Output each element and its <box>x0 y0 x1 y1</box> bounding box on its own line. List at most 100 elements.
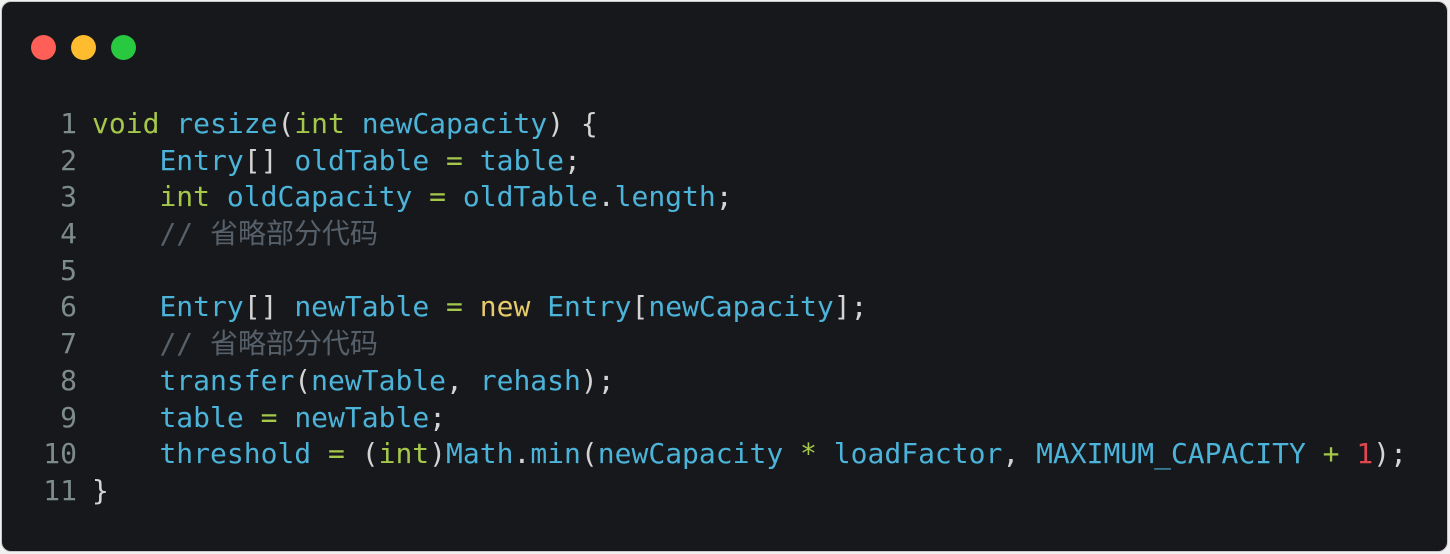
code-token: , <box>446 363 480 397</box>
code-token: oldTable <box>462 180 598 214</box>
code-token: newTable <box>294 400 430 434</box>
code-token: loadFactor <box>833 437 1003 471</box>
line-content: // 省略部分代码 <box>92 216 378 253</box>
code-token: newTable <box>294 290 430 324</box>
code-token: [] <box>243 143 295 177</box>
line-content: threshold = (int)Math.min(newCapacity * … <box>92 436 1407 473</box>
line-number: 5 <box>60 253 77 287</box>
code-token: // 省略部分代码 <box>159 327 379 361</box>
code-token: . <box>597 180 615 214</box>
code-token: Math <box>446 437 514 471</box>
code-token: ); <box>1373 437 1407 471</box>
line-number: 6 <box>60 290 77 324</box>
code-token: newCapacity <box>597 437 784 471</box>
line-number: 9 <box>60 400 77 434</box>
line-content: Entry[] newTable = new Entry[newCapacity… <box>92 289 868 326</box>
code-token: ]; <box>833 290 868 324</box>
line-content: // 省略部分代码 <box>92 326 378 363</box>
code-token: } <box>92 473 109 507</box>
code-token: + <box>1305 437 1357 471</box>
line-content: } <box>92 473 109 510</box>
line-number: 3 <box>60 180 77 214</box>
code-block: 1 void resize(int newCapacity) {2 Entry[]… <box>2 106 1407 510</box>
code-token: [ <box>631 290 649 324</box>
code-token: [] <box>243 290 295 324</box>
code-token: int <box>378 437 430 471</box>
code-token: ( <box>277 107 295 140</box>
code-token: ) <box>429 437 447 471</box>
line-content: int oldCapacity = oldTable.length; <box>92 179 733 216</box>
code-line: 11} <box>2 473 1407 510</box>
code-line: 5 <box>2 253 1407 290</box>
code-token: transfer <box>159 363 295 397</box>
code-token: ( <box>580 437 598 471</box>
code-token: ; <box>429 400 447 434</box>
code-line: 7 // 省略部分代码 <box>2 326 1407 363</box>
code-token: ( <box>361 437 379 471</box>
code-line: 3 int oldCapacity = oldTable.length; <box>2 179 1407 216</box>
code-token: = <box>429 143 480 177</box>
code-token: table <box>159 400 244 434</box>
code-line: 6 Entry[] newTable = new Entry[newCapaci… <box>2 289 1407 326</box>
code-line: 4 // 省略部分代码 <box>2 216 1407 253</box>
code-line: 8 transfer(newTable, rehash); <box>2 363 1407 400</box>
code-token: Entry <box>547 290 632 324</box>
code-token: newTable <box>311 363 447 397</box>
code-token: length <box>614 180 716 214</box>
code-window: 1 void resize(int newCapacity) {2 Entry[]… <box>1 1 1448 552</box>
code-token: , <box>1002 437 1037 471</box>
code-token: Entry <box>159 143 244 177</box>
code-line: 10 threshold = (int)Math.min(newCapacity… <box>2 436 1407 473</box>
code-token: newCapacity <box>648 290 834 324</box>
close-button[interactable] <box>31 35 56 60</box>
code-token: // 省略部分代码 <box>159 217 379 251</box>
line-content: table = newTable; <box>92 400 446 437</box>
minimize-button[interactable] <box>71 35 96 60</box>
code-token: oldTable <box>294 143 430 177</box>
code-line: 1 void resize(int newCapacity) { <box>2 106 1407 143</box>
code-token: ) { <box>547 107 598 140</box>
code-token: resize <box>176 107 278 140</box>
code-token: 1 <box>1356 437 1374 471</box>
code-token: . <box>513 437 531 471</box>
code-token: * <box>783 437 834 471</box>
line-content: void resize(int newCapacity) { <box>92 106 598 143</box>
line-number: 10 <box>43 437 77 471</box>
code-token: ; <box>715 180 733 214</box>
code-token: ( <box>294 363 312 397</box>
code-token: MAXIMUM_CAPACITY <box>1036 437 1306 471</box>
code-token: new <box>479 290 531 324</box>
line-number: 8 <box>60 363 77 397</box>
code-line: 2 Entry[] oldTable = table; <box>2 143 1407 180</box>
code-token: table <box>479 143 565 177</box>
code-token: Entry <box>159 290 244 324</box>
code-token: ); <box>580 363 615 397</box>
code-token: oldCapacity <box>226 180 413 214</box>
code-token: = <box>412 180 463 214</box>
line-number: 4 <box>60 217 77 251</box>
code-token: int <box>294 107 345 140</box>
line-number: 11 <box>43 473 77 507</box>
code-token: = <box>429 290 480 324</box>
line-content: transfer(newTable, rehash); <box>92 363 615 400</box>
code-token: ; <box>564 143 581 177</box>
code-token: = <box>243 400 295 434</box>
maximize-button[interactable] <box>111 35 136 60</box>
code-token: threshold <box>159 437 312 471</box>
line-number: 7 <box>60 327 77 361</box>
line-content: Entry[] oldTable = table; <box>92 143 581 180</box>
line-number: 2 <box>60 143 77 177</box>
code-token: rehash <box>479 363 581 397</box>
line-number: 1 <box>60 107 77 140</box>
